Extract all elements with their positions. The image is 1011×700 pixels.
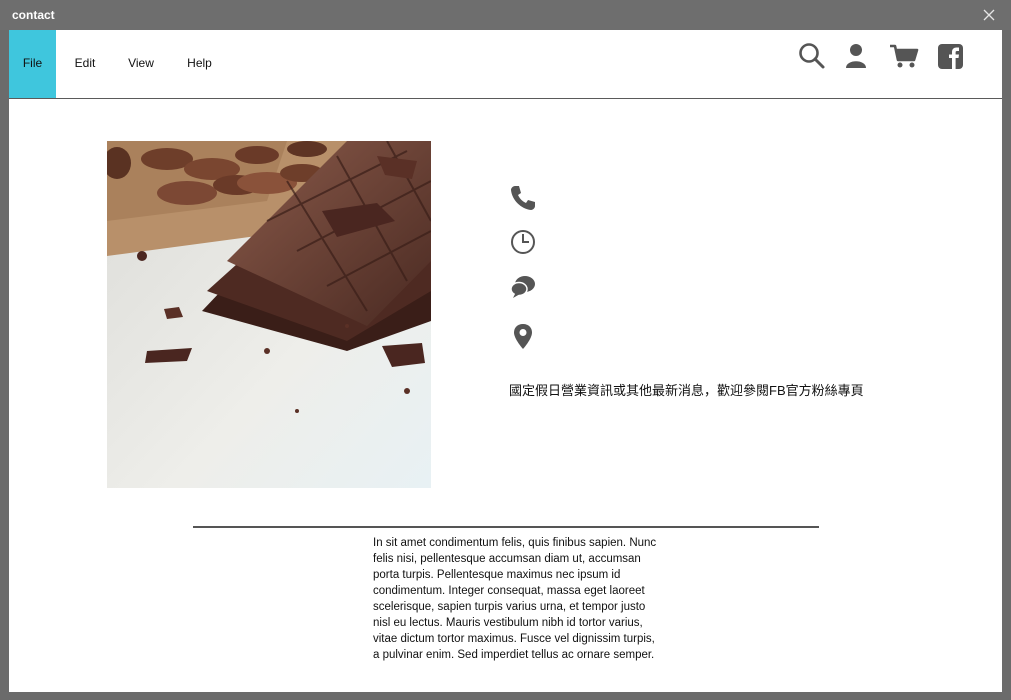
divider	[193, 526, 819, 528]
menu-view[interactable]: View	[119, 30, 163, 98]
app-window: File Edit View Help 國定假日營業資訊或其他最新消息，歡迎參閱…	[9, 30, 1002, 692]
fb-notice-text: 國定假日營業資訊或其他最新消息，歡迎參閱FB官方粉絲專頁	[509, 383, 864, 398]
chocolate-photo	[107, 141, 431, 488]
close-icon[interactable]	[981, 7, 997, 23]
user-icon[interactable]	[842, 42, 870, 70]
menu-help[interactable]: Help	[177, 30, 222, 98]
search-icon[interactable]	[798, 42, 826, 70]
menu-edit[interactable]: Edit	[64, 30, 106, 98]
title-bar: contact	[0, 0, 1011, 30]
body-paragraph: In sit amet condimentum felis, quis fini…	[373, 537, 657, 661]
facebook-icon[interactable]	[937, 42, 965, 70]
window-title: contact	[12, 8, 55, 22]
phone-icon	[511, 186, 535, 210]
location-pin-icon	[514, 324, 532, 349]
menu-file[interactable]: File	[9, 30, 56, 98]
chat-icon	[510, 276, 535, 298]
clock-icon	[511, 230, 535, 254]
menu-bar: File Edit View Help	[9, 30, 1002, 99]
window-bottom-border	[0, 692, 1011, 700]
cart-icon[interactable]	[889, 42, 919, 70]
